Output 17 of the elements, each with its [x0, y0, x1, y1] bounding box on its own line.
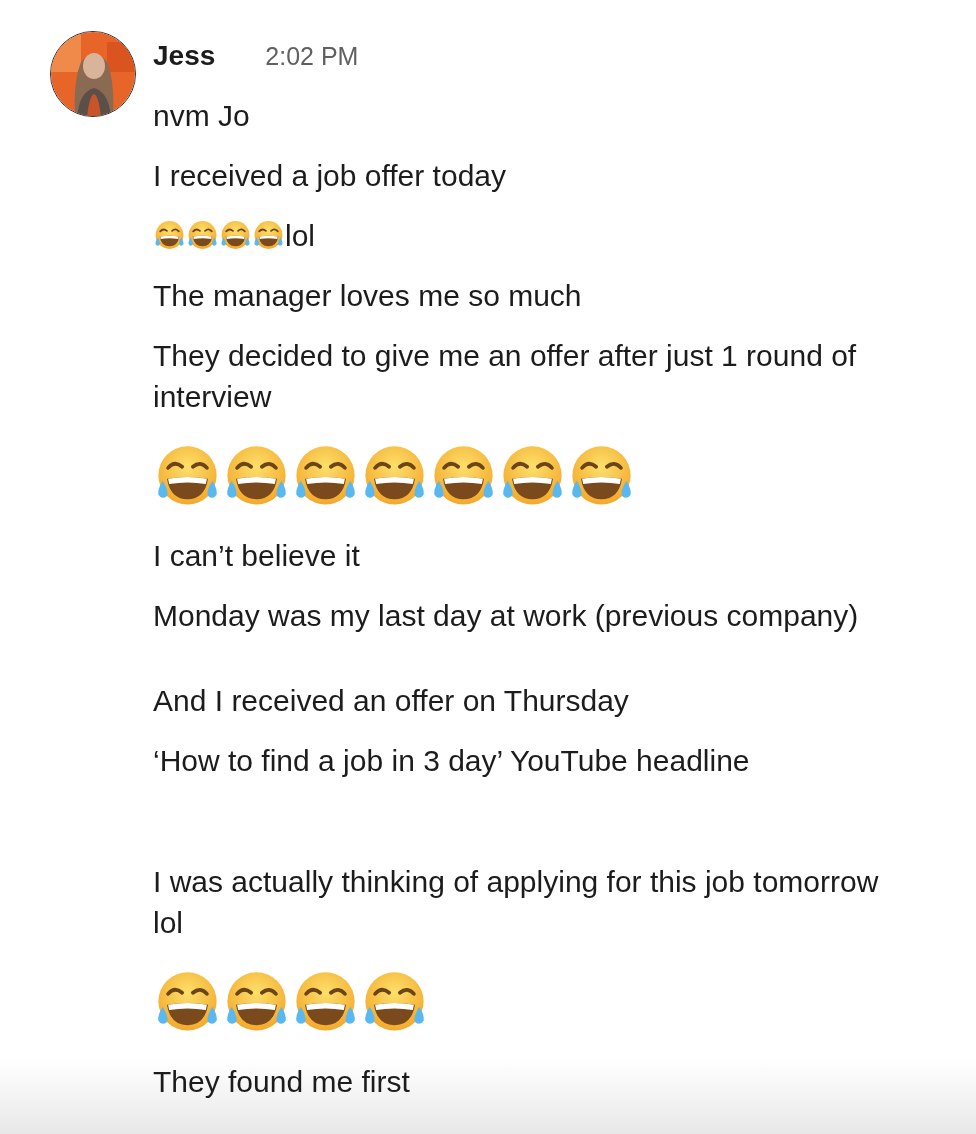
message-text: Monday was my last day at work (previous company) — [153, 598, 860, 634]
laughing-face-icon — [153, 219, 186, 252]
message-text: ‘How to find a job in 3 day’ YouTube headline — [153, 743, 751, 779]
message-text: I can’t believe it — [153, 538, 361, 574]
laughing-face-icon — [219, 219, 252, 252]
message-text: I was actually thinking of applying for this job tomorrow lol — [153, 864, 880, 941]
message-text: They decided to give me an offer after just 1 round of interview — [153, 338, 858, 415]
sender-name[interactable]: Jess — [153, 35, 216, 76]
message-text: And I received an offer on Thursday — [153, 683, 630, 719]
laughing-face-icon — [252, 219, 285, 252]
message-text: nvm Jo — [153, 98, 251, 134]
message-text: The manager loves me so much — [153, 278, 583, 314]
message-text: I received a job offer today — [153, 158, 507, 194]
message-text: They found me first — [153, 1064, 411, 1100]
message-text: lol — [285, 218, 315, 254]
timestamp: 2:02 PM — [265, 41, 359, 72]
laughing-face-icon — [186, 219, 219, 252]
